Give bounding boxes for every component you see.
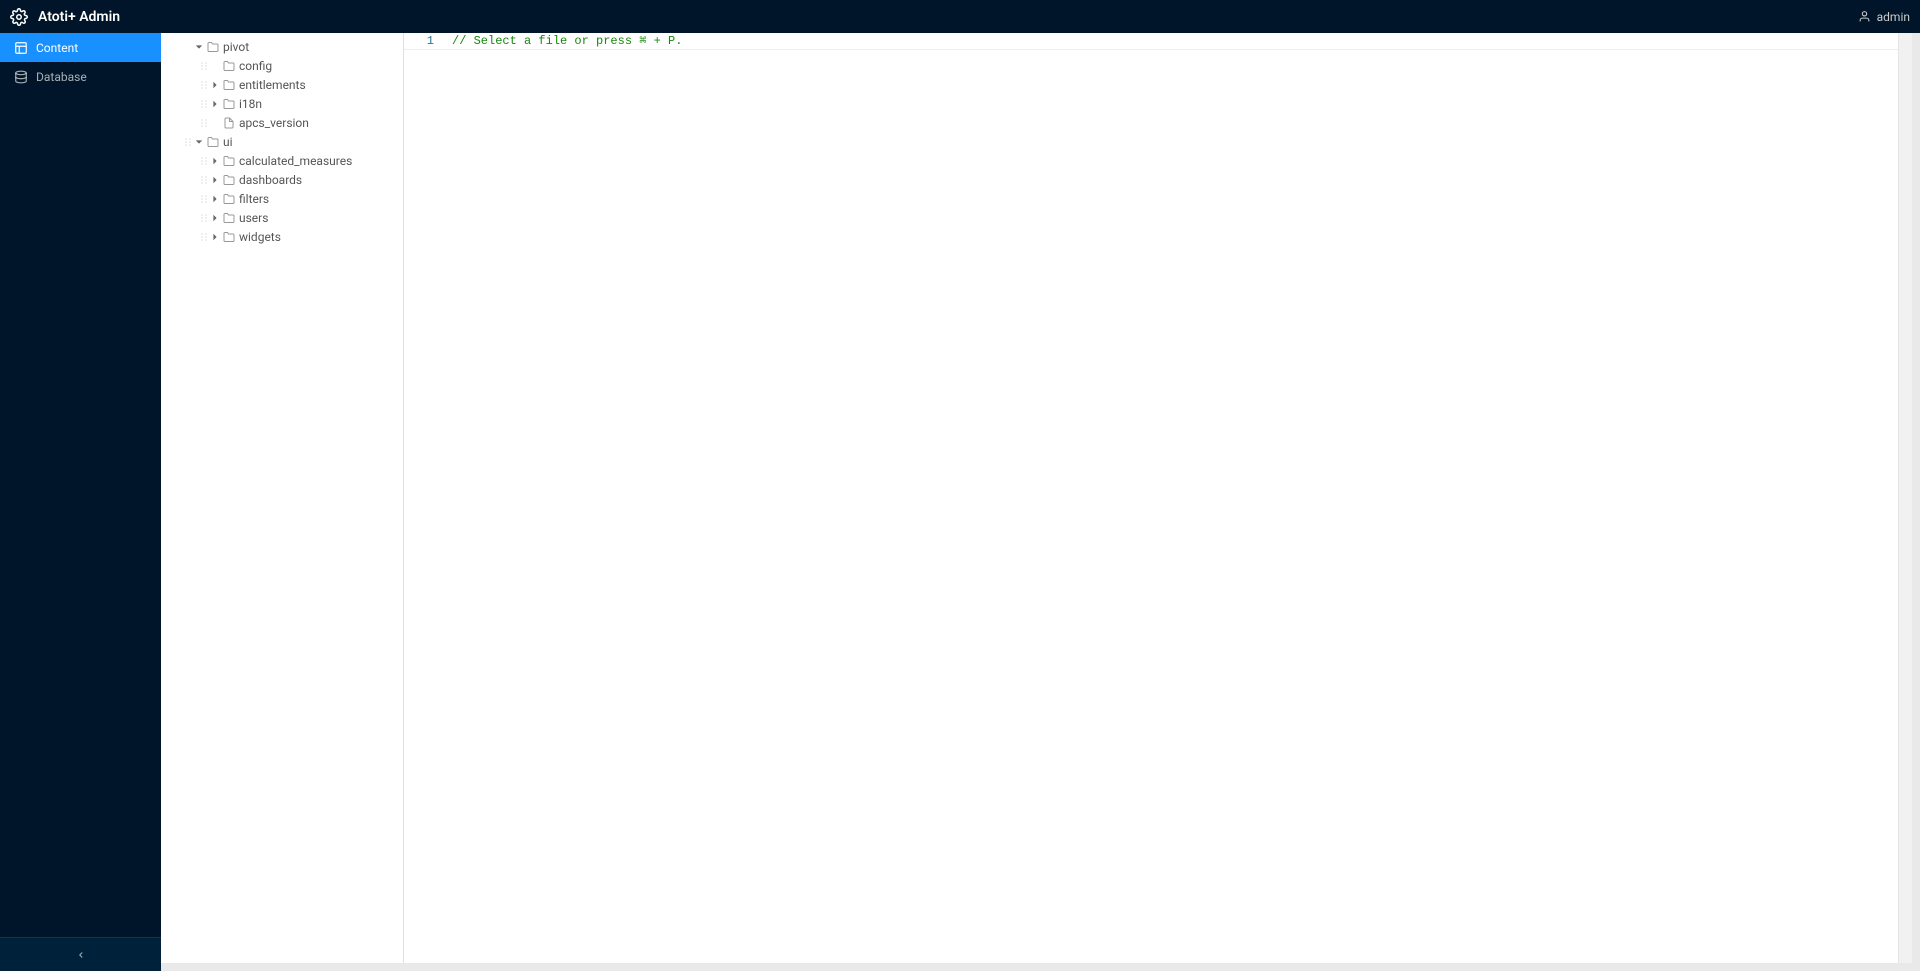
folder-icon [205, 136, 221, 148]
topbar: Atoti+ Admin admin [0, 0, 1920, 33]
tree-node-label: dashboards [239, 173, 302, 187]
caret-right-icon[interactable] [209, 214, 221, 222]
tree-node-label: entitlements [239, 78, 306, 92]
caret-down-icon[interactable] [193, 43, 205, 51]
caret-right-icon[interactable] [209, 100, 221, 108]
tree-node-dashboards[interactable]: dashboards [161, 170, 403, 189]
editor-line: 1 // Select a file or press ⌘ + P. [404, 33, 1912, 50]
editor-panel[interactable]: 1 // Select a file or press ⌘ + P. [403, 33, 1912, 963]
tree-node-users[interactable]: users [161, 208, 403, 227]
tree-node-filters[interactable]: filters [161, 189, 403, 208]
file-icon [221, 117, 237, 129]
content-area: Content Database pivotc [0, 33, 1920, 971]
tree-node-label: widgets [239, 230, 281, 244]
drag-handle-icon[interactable] [199, 175, 209, 185]
caret-down-icon[interactable] [193, 138, 205, 146]
tree-node-label: i18n [239, 97, 262, 111]
tree-node-pivot[interactable]: pivot [161, 37, 403, 56]
drag-handle-icon[interactable] [199, 194, 209, 204]
folder-icon [221, 155, 237, 167]
sidebar-item-label: Database [36, 70, 87, 84]
app-title: Atoti+ Admin [38, 9, 120, 25]
sidebar-item-content[interactable]: Content [0, 33, 161, 62]
sidebar: Content Database [0, 33, 161, 971]
user-menu[interactable]: admin [1858, 10, 1910, 24]
tree-node-label: apcs_version [239, 116, 309, 130]
caret-right-icon[interactable] [209, 176, 221, 184]
tree-node-label: ui [223, 135, 233, 149]
drag-handle-icon[interactable] [199, 118, 209, 128]
tree-node-apcs_version[interactable]: apcs_version [161, 113, 403, 132]
drag-handle-icon[interactable] [199, 99, 209, 109]
folder-icon [205, 41, 221, 53]
tree-node-label: filters [239, 192, 269, 206]
drag-handle-icon[interactable] [199, 232, 209, 242]
database-icon [14, 70, 28, 84]
tree-node-calculated_measures[interactable]: calculated_measures [161, 151, 403, 170]
folder-icon [221, 231, 237, 243]
user-name: admin [1877, 10, 1910, 24]
line-number: 1 [404, 33, 448, 49]
caret-right-icon[interactable] [209, 195, 221, 203]
tree-node-ui[interactable]: ui [161, 132, 403, 151]
drag-handle-icon[interactable] [183, 137, 193, 147]
tree-node-label: pivot [223, 40, 249, 54]
caret-right-icon[interactable] [209, 157, 221, 165]
folder-icon [221, 193, 237, 205]
sidebar-item-database[interactable]: Database [0, 62, 161, 91]
user-icon [1858, 10, 1871, 23]
chevron-left-icon [76, 950, 86, 960]
tree-node-label: config [239, 59, 272, 73]
folder-icon [221, 60, 237, 72]
tree-node-label: users [239, 211, 268, 225]
folder-icon [221, 174, 237, 186]
editor-placeholder-text: // Select a file or press ⌘ + P. [448, 33, 682, 49]
tree-node-widgets[interactable]: widgets [161, 227, 403, 246]
sidebar-item-label: Content [36, 41, 78, 55]
tree-node-label: calculated_measures [239, 154, 352, 168]
caret-right-icon[interactable] [209, 81, 221, 89]
folder-icon [221, 212, 237, 224]
tree-node-entitlements[interactable]: entitlements [161, 75, 403, 94]
folder-icon [221, 98, 237, 110]
content-icon [14, 41, 28, 55]
tree-node-config[interactable]: config [161, 56, 403, 75]
drag-handle-icon[interactable] [199, 156, 209, 166]
caret-right-icon[interactable] [209, 233, 221, 241]
main-panel: pivot config entitlements i18n apcs_versionu… [161, 33, 1920, 971]
sidebar-menu: Content Database [0, 33, 161, 91]
sidebar-collapse-button[interactable] [0, 937, 161, 971]
file-tree-panel[interactable]: pivot config entitlements i18n apcs_versionu… [161, 33, 403, 963]
drag-handle-icon[interactable] [199, 61, 209, 71]
tree-node-i18n[interactable]: i18n [161, 94, 403, 113]
gear-icon [10, 8, 28, 26]
topbar-left: Atoti+ Admin [10, 8, 120, 26]
folder-icon [221, 79, 237, 91]
drag-handle-icon[interactable] [199, 213, 209, 223]
drag-handle-icon[interactable] [199, 80, 209, 90]
